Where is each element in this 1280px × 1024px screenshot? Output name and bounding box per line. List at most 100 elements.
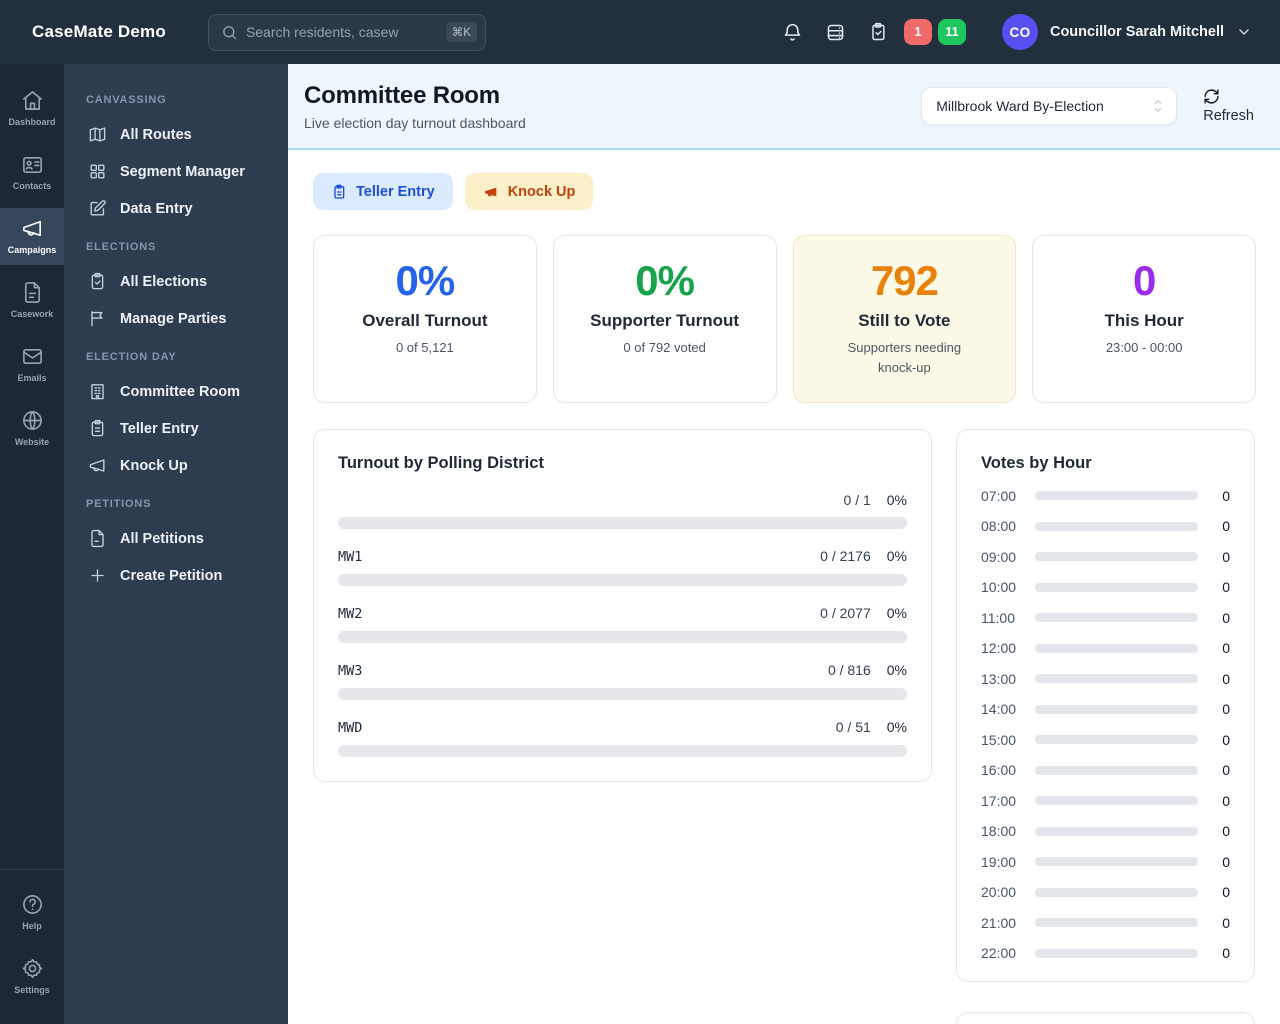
search-input[interactable] [245, 24, 438, 40]
knock-up-button[interactable]: Knock Up [464, 173, 594, 210]
main-area: Committee Room Live election day turnout… [288, 64, 1280, 1024]
rail-item-help[interactable]: Help [0, 884, 64, 941]
district-progress-bar [338, 688, 907, 700]
sidebar-section-elections: ELECTIONS All Elections Manage Parties [80, 241, 272, 337]
stat-subtext: Supporters needing knock-up [847, 340, 962, 376]
election-select-value: Millbrook Ward By-Election [936, 98, 1104, 114]
megaphone-icon [22, 220, 41, 237]
refresh-button[interactable]: Refresh [1203, 88, 1254, 124]
icon-rail: Dashboard Contacts Campaigns Casework Emails… [0, 64, 64, 1024]
hour-label: 19:00 [981, 853, 1017, 870]
rail-item-settings[interactable]: Settings [0, 948, 64, 1005]
sidebar-item-label: Committee Room [120, 383, 241, 400]
hour-label: 21:00 [981, 914, 1017, 931]
hour-bar [1035, 613, 1198, 622]
turnout-panel-title: Turnout by Polling District [338, 454, 544, 472]
sidebar-item-segment-manager[interactable]: Segment Manager [80, 153, 272, 190]
hour-bar [1035, 887, 1198, 897]
hour-bar [1035, 826, 1198, 836]
server-icon [827, 24, 844, 40]
hour-count: 0 [1222, 853, 1230, 870]
rail-item-emails[interactable]: Emails [0, 336, 64, 393]
hour-label: 12:00 [981, 640, 1017, 656]
sidebar-item-all-petitions[interactable]: All Petitions [80, 520, 272, 557]
hour-row-1000: 10:00 0 [981, 579, 1230, 595]
rail-item-contacts[interactable]: Contacts [0, 144, 64, 201]
sidebar-item-create-petition[interactable]: Create Petition [80, 557, 272, 594]
hour-row-1500: 15:00 0 [981, 732, 1230, 748]
document-icon [24, 282, 40, 303]
success-count-badge[interactable]: 11 [937, 19, 966, 45]
knock-up-label: Knock Up [507, 183, 576, 200]
rail-item-campaigns[interactable]: Campaigns [0, 208, 64, 265]
sidebar-item-committee-room[interactable]: Committee Room [80, 373, 272, 410]
hour-row-1200: 12:00 0 [981, 640, 1230, 656]
sidebar-item-label: Data Entry [120, 200, 193, 217]
hour-row-0700: 07:00 0 [981, 488, 1230, 504]
teller-entry-button[interactable]: Teller Entry [313, 173, 453, 210]
app-logo: CaseMate Demo [32, 22, 166, 41]
stat-value: 792 [870, 257, 939, 304]
hour-label: 14:00 [981, 701, 1017, 717]
hour-count: 0 [1222, 670, 1230, 687]
sidebar-item-label: Knock Up [120, 457, 188, 474]
district-percent: 0% [886, 605, 907, 621]
hour-count: 0 [1222, 548, 1230, 565]
page-subtitle: Live election day turnout dashboard [304, 114, 526, 131]
rail-divider [0, 869, 64, 870]
district-row-MW1: MW1 0 / 2176 0% [338, 548, 907, 586]
hour-row-2100: 21:00 0 [981, 915, 1230, 931]
tasks-button[interactable] [868, 22, 888, 42]
hour-row-1800: 18:00 0 [981, 823, 1230, 839]
user-menu[interactable]: CO Councillor Sarah Mitchell [1001, 14, 1252, 50]
hour-bar [1035, 857, 1198, 866]
district-label: MW1 [338, 549, 363, 565]
hour-count: 0 [1222, 823, 1230, 839]
votes-by-hour-title: Votes by Hour [981, 454, 1092, 472]
district-label: MW3 [338, 663, 363, 679]
sidebar-item-all-routes[interactable]: All Routes [80, 116, 272, 153]
district-percent: 0% [886, 719, 907, 735]
hour-label: 17:00 [981, 792, 1017, 809]
rail-item-casework[interactable]: Casework [0, 272, 64, 329]
sidebar-item-all-elections[interactable]: All Elections [80, 263, 272, 300]
data-sources-button[interactable] [825, 22, 846, 43]
rail-item-label: Website [14, 437, 50, 447]
megaphone-icon [89, 459, 105, 472]
global-search[interactable]: ⌘K [207, 13, 486, 51]
district-row-unnamed: 0 / 1 0% [338, 492, 907, 529]
hour-label: 13:00 [981, 670, 1017, 687]
stat-value: 0 [1132, 257, 1156, 304]
sidebar-item-data-entry[interactable]: Data Entry [80, 190, 272, 227]
sidebar-item-teller-entry[interactable]: Teller Entry [80, 410, 272, 447]
sidebar-item-label: Manage Parties [120, 310, 227, 327]
hour-bar [1035, 674, 1198, 683]
hour-label: 20:00 [981, 884, 1017, 900]
rail-item-dashboard[interactable]: Dashboard [0, 80, 64, 137]
rail-item-website[interactable]: Website [0, 400, 64, 457]
hour-label: 10:00 [981, 579, 1017, 595]
district-percent: 0% [886, 662, 907, 678]
alert-count-badge[interactable]: 1 [903, 19, 932, 45]
hour-count: 0 [1222, 762, 1230, 778]
hour-count: 0 [1222, 792, 1230, 809]
clipboard-check-icon [872, 22, 885, 41]
election-select[interactable]: Millbrook Ward By-Election [921, 87, 1178, 125]
sidebar-item-label: Segment Manager [120, 163, 245, 180]
notifications-button[interactable] [782, 22, 803, 43]
hour-count: 0 [1222, 609, 1230, 626]
avatar: CO [1001, 14, 1038, 50]
hour-bar [1035, 582, 1198, 592]
sidebar-item-manage-parties[interactable]: Manage Parties [80, 300, 272, 337]
building-icon [91, 384, 104, 400]
sidebar-section-canvassing: CANVASSING All Routes Segment Manager Data … [80, 94, 272, 227]
contacts-icon [22, 156, 42, 173]
sidebar-item-label: Create Petition [120, 567, 223, 584]
sidebar-item-knock-up[interactable]: Knock Up [80, 447, 272, 484]
map-icon [89, 127, 106, 142]
hour-bar [1035, 918, 1198, 927]
stat-label: Still to Vote [858, 311, 951, 331]
hour-label: 09:00 [981, 548, 1017, 565]
hour-count: 0 [1222, 579, 1230, 595]
sidebar: CANVASSING All Routes Segment Manager Data … [64, 64, 288, 1024]
